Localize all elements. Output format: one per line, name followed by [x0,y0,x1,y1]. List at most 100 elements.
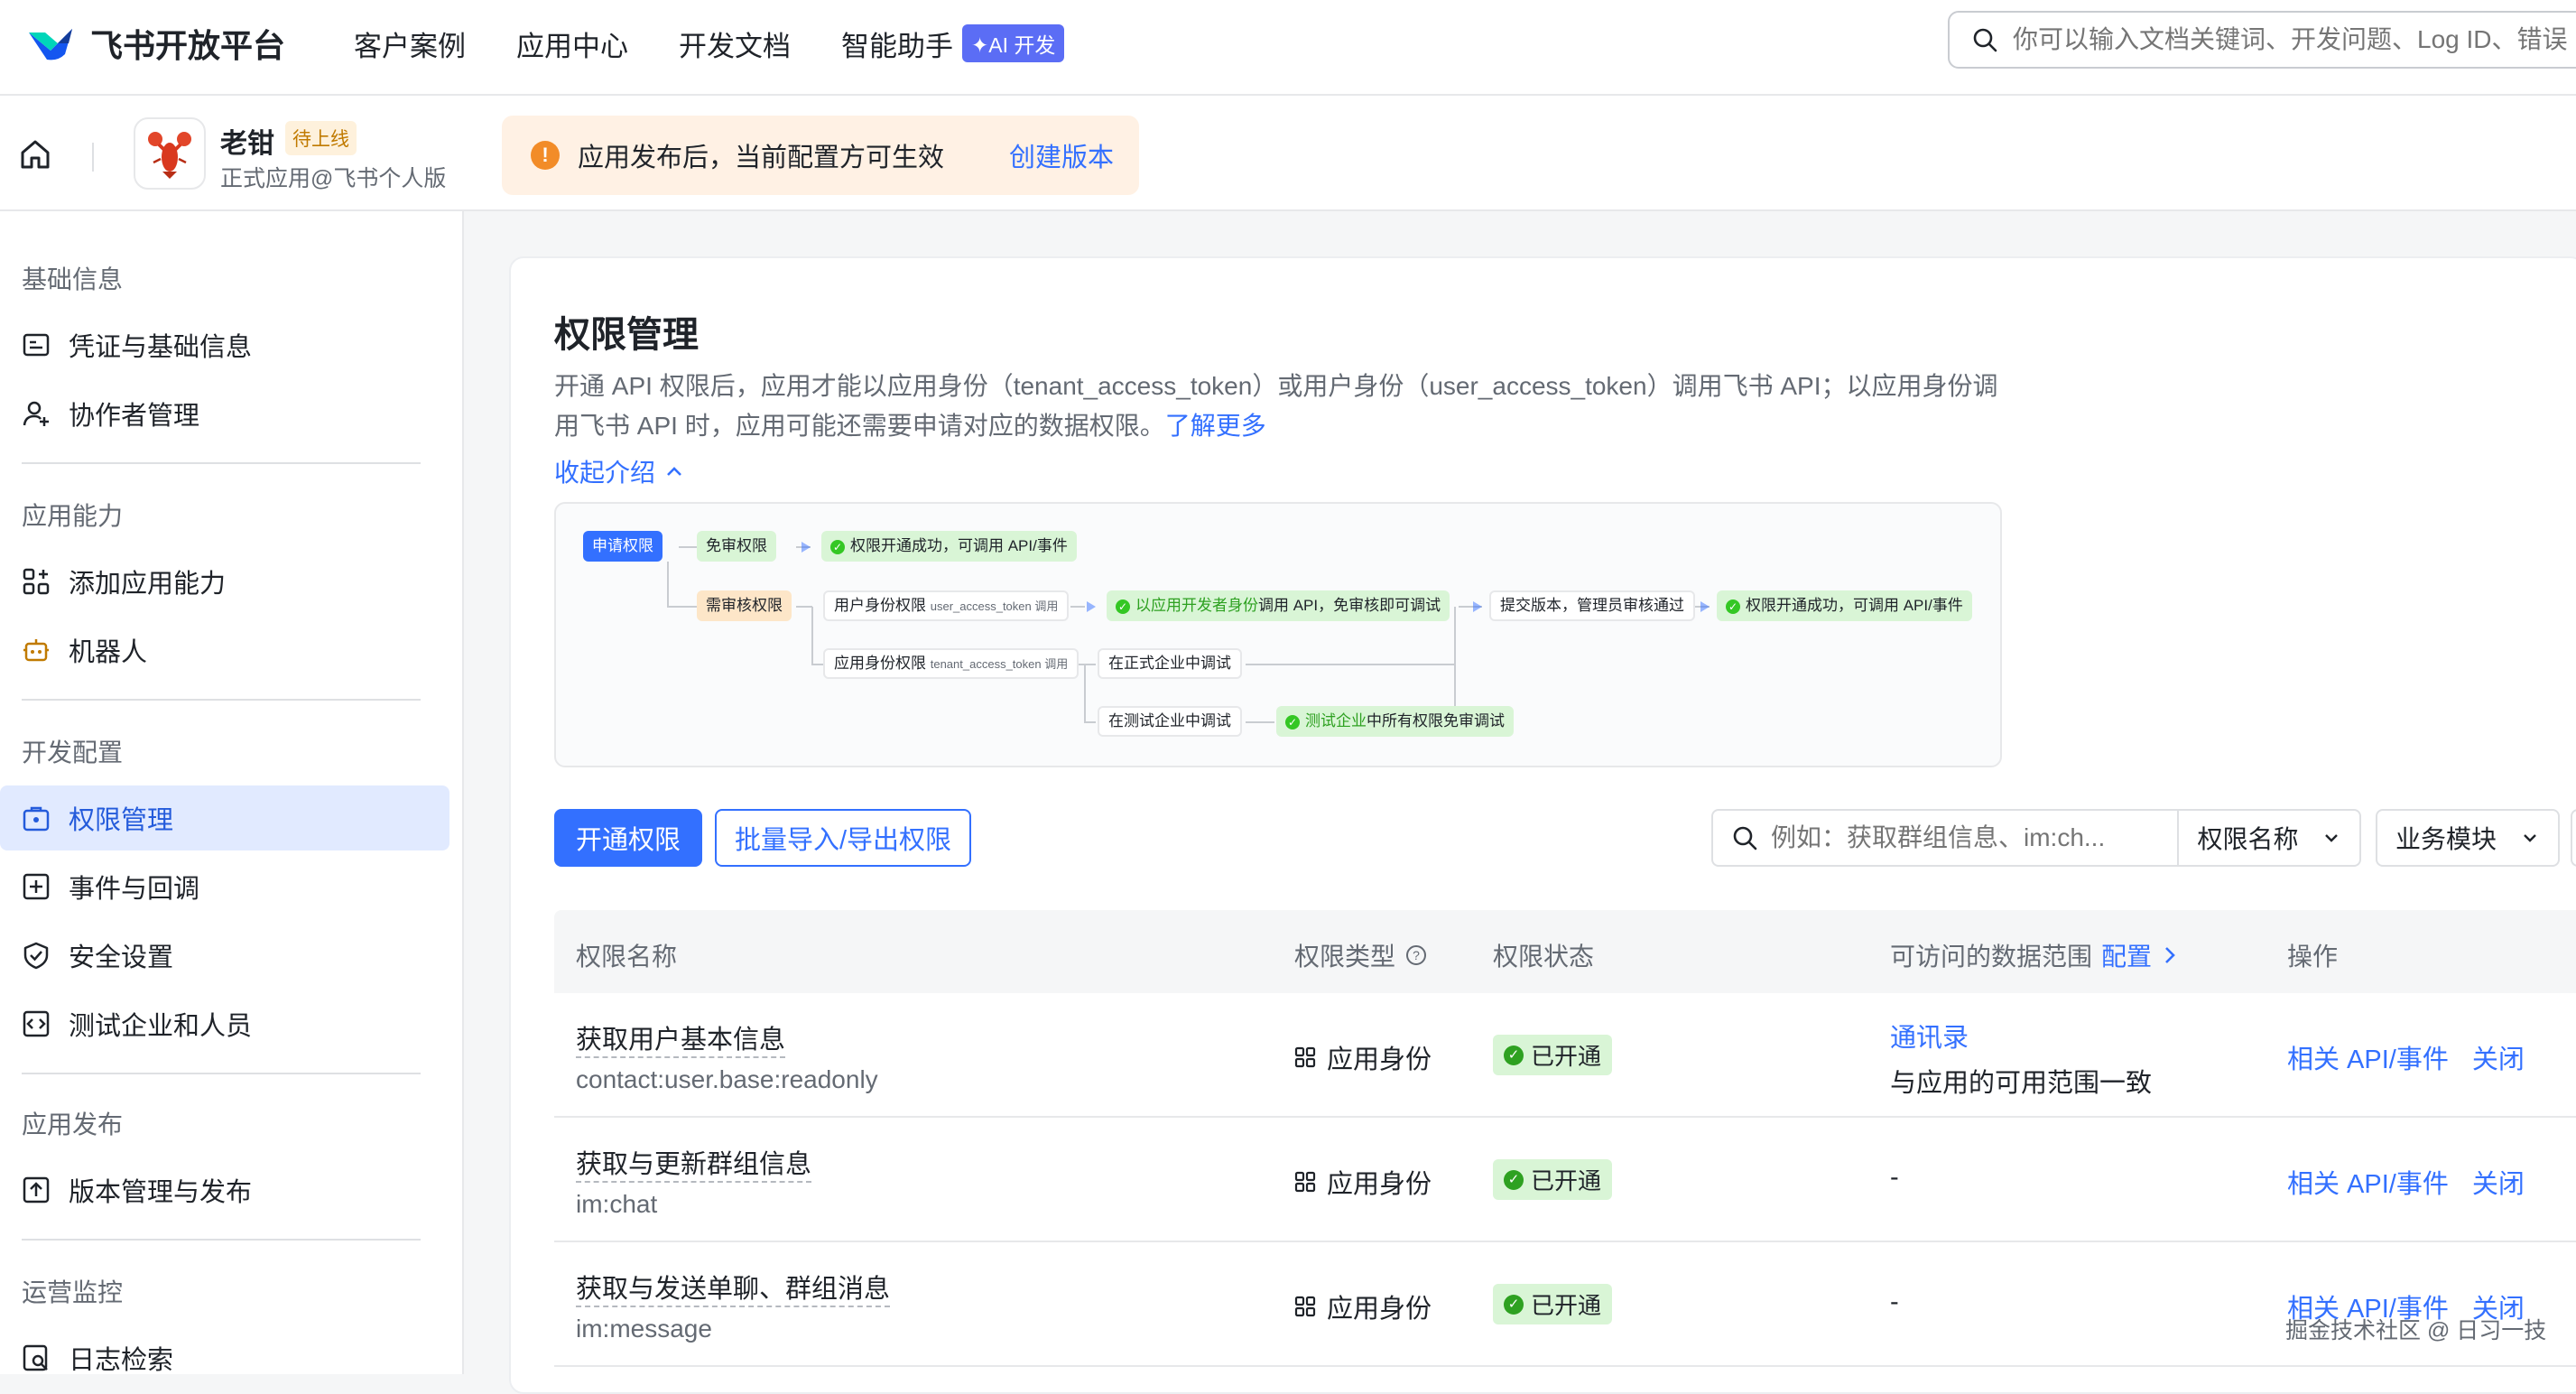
sidebar-item-test-org[interactable]: 测试企业和人员 [0,991,449,1056]
sidebar-item-robot[interactable]: 机器人 [0,618,449,683]
flow-dev-debug-label: 调用 API，免审核即可调试 [1258,597,1441,614]
chevron-up-icon [667,467,681,476]
related-api-link[interactable]: 相关 API/事件 [2287,1163,2449,1201]
sidebar-group-title: 基础信息 [22,265,124,293]
flow-app-perm-small: tenant_access_token 调用 [930,657,1069,671]
sidebar-group-title: 应用能力 [22,502,124,530]
module-select[interactable]: 业务模块 [2376,809,2560,867]
batch-import-export-button[interactable]: 批量导入/导出权限 [715,809,971,867]
perm-name[interactable]: 获取与发送单聊、群组消息 [576,1275,891,1307]
col-ops: 操作 [2287,943,2339,971]
scope-config-link[interactable]: 配置 [2101,937,2152,973]
sidebar-item-credentials[interactable]: 凭证与基础信息 [0,312,449,377]
nav-app-center[interactable]: 应用中心 [516,23,628,64]
logo[interactable]: 飞书开放平台 [25,20,285,67]
shield-icon [23,942,49,970]
sidebar-item-versions[interactable]: 版本管理与发布 [0,1157,449,1222]
help-icon[interactable]: ? [1404,943,1428,967]
user-add-icon [23,401,49,426]
flow-apply: 申请权限 [583,531,663,562]
check-icon: ✓ [1116,599,1130,614]
col-scope-label: 可访问的数据范围 [1890,943,2093,971]
notice-text: 应用发布后，当前配置方可生效 [578,144,945,172]
sidebar-item-label: 机器人 [69,638,148,667]
sidebar-item-label: 权限管理 [69,806,174,835]
global-search-input[interactable] [2013,25,2576,54]
open-permission-button[interactable]: 开通权限 [554,809,702,867]
table-header: 权限名称 权限类型 ? 权限状态 可访问的数据范围 配置 操作 [554,910,2576,993]
chevron-right-icon[interactable] [2161,944,2179,966]
upload-icon [23,1176,50,1203]
check-icon: ✓ [830,540,845,554]
flow-dev-debug-pre: 以应用开发者身份 [1135,597,1258,614]
nav-ai-assistant-label: 智能助手 [841,31,953,62]
ai-dev-badge: ✦AI 开发 [962,24,1065,62]
global-search[interactable] [1948,11,2576,69]
related-api-link[interactable]: 相关 API/事件 [2287,1038,2449,1076]
status-label: 已开通 [1531,1292,1602,1319]
nav-customer-cases[interactable]: 客户案例 [354,23,466,64]
publish-notice: ! 应用发布后，当前配置方可生效 创建版本 [502,116,1139,195]
flow-submit: 提交版本，管理员审核通过 [1489,590,1695,621]
sidebar-group-title: 运营监控 [22,1278,124,1306]
status-label: 已开通 [1531,1043,1602,1070]
sidebar-item-permissions[interactable]: 权限管理 [0,785,449,850]
more-filter-select[interactable] [2571,809,2576,867]
sidebar: 基础信息 凭证与基础信息 协作者管理 应用能力 添加应用能力 机器人 开发配置 … [0,211,464,1375]
scope-link[interactable]: 通讯录 [1890,1017,2152,1055]
status-badge: ✓ 已开通 [1493,1159,1613,1200]
sidebar-item-add-capability[interactable]: 添加应用能力 [0,549,449,614]
app-status-badge: 待上线 [285,121,357,155]
close-permission-link[interactable]: 关闭 [2472,1038,2525,1076]
perm-name[interactable]: 获取用户基本信息 [576,1026,786,1058]
sidebar-item-events[interactable]: 事件与回调 [0,854,449,919]
sidebar-item-label: 凭证与基础信息 [69,333,253,362]
flow-app-perm-label: 应用身份权限 [834,655,926,672]
perm-type: 应用身份 [1294,1163,1432,1201]
sidebar-item-security[interactable]: 安全设置 [0,923,449,988]
flow-test-all-label: 中所有权限免审调试 [1367,712,1505,730]
col-scope: 可访问的数据范围 配置 [1890,937,2179,973]
perm-status: ✓ 已开通 [1493,1284,1613,1324]
event-icon [23,873,50,900]
col-status: 权限状态 [1493,943,1595,971]
flow-need-review: 需审核权限 [697,590,792,621]
grid-icon [1294,1046,1316,1068]
close-permission-link[interactable]: 关闭 [2472,1163,2525,1201]
sidebar-divider [22,699,421,701]
perm-scope: 通讯录 与应用的可用范围一致 [1890,1017,2152,1100]
nav-ai-assistant[interactable]: 智能助手 ✦AI 开发 [841,23,1065,64]
sidebar-item-log-search[interactable]: 日志检索 [0,1325,449,1390]
permission-search[interactable] [1713,811,2180,865]
filter-field-select[interactable]: 权限名称 [2179,820,2359,856]
nav-dev-docs[interactable]: 开发文档 [679,23,791,64]
intro-body: 开通 API 权限后，应用才能以应用身份（tenant_access_token… [554,372,1998,440]
table-row: 获取与更新群组信息 im:chat 应用身份 ✓ 已开通 - 相关 API/事件 … [554,1118,2576,1242]
log-search-icon [23,1344,48,1371]
sidebar-item-label: 测试企业和人员 [69,1012,253,1041]
sidebar-divider [22,1073,421,1074]
intro-text: 开通 API 权限后，应用才能以应用身份（tenant_access_token… [554,367,2007,446]
flow-test-all: ✓ 测试企业中所有权限免审调试 [1276,706,1514,737]
sidebar-item-label: 协作者管理 [69,402,200,431]
status-badge: ✓ 已开通 [1493,1035,1613,1075]
flow-user-perm-label: 用户身份权限 [834,597,926,614]
learn-more-link[interactable]: 了解更多 [1165,412,1266,440]
create-version-link[interactable]: 创建版本 [1009,136,1114,174]
scope-text: - [1890,1287,1899,1316]
flow-user-perm-small: user_access_token 调用 [930,599,1059,613]
robot-icon [23,639,49,662]
sidebar-group-title: 应用发布 [22,1111,124,1138]
perm-type-label: 应用身份 [1327,1170,1432,1199]
collapse-intro-toggle[interactable]: 收起介绍 [554,453,684,489]
home-icon[interactable] [18,137,52,172]
sidebar-item-collaborators[interactable]: 协作者管理 [0,381,449,446]
scope-text: - [1890,1163,1899,1192]
grid-icon [1294,1171,1316,1193]
logo-text: 飞书开放平台 [90,27,286,64]
perm-name[interactable]: 获取与更新群组信息 [576,1150,812,1183]
app-bar: 老钳 待上线 正式应用@飞书个人版 ! 应用发布后，当前配置方可生效 创建版本 [0,96,2576,211]
permission-search-input[interactable] [1771,823,2168,852]
scope-text: 与应用的可用范围一致 [1890,1069,2153,1098]
perm-type-label: 应用身份 [1327,1046,1432,1074]
